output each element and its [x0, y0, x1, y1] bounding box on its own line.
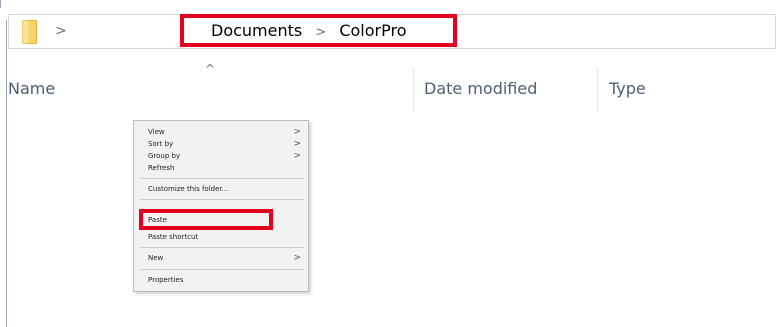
- submenu-arrow-icon: >: [293, 127, 301, 137]
- breadcrumb-highlight-box: [180, 14, 457, 47]
- column-divider[interactable]: [413, 68, 414, 112]
- menu-item-label: Properties: [148, 276, 184, 284]
- sort-ascending-icon: ^: [205, 62, 216, 76]
- menu-divider: [140, 247, 304, 248]
- column-header-type[interactable]: Type: [609, 79, 646, 99]
- menu-item-properties[interactable]: Properties: [148, 275, 308, 286]
- menu-item-label: View: [148, 128, 165, 136]
- submenu-arrow-icon: >: [293, 253, 301, 263]
- menu-item-view[interactable]: View >: [148, 127, 308, 138]
- menu-item-group-by[interactable]: Group by >: [148, 151, 308, 162]
- menu-item-label: New: [148, 254, 164, 262]
- context-menu: View > Sort by > Group by > Refresh Cust…: [133, 120, 309, 292]
- menu-item-customize-folder[interactable]: Customize this folder...: [148, 184, 308, 195]
- menu-item-refresh[interactable]: Refresh: [148, 163, 308, 174]
- paste-highlight-box: [139, 209, 273, 230]
- menu-item-sort-by[interactable]: Sort by >: [148, 139, 308, 150]
- menu-item-label: Refresh: [148, 164, 175, 172]
- explorer-window: > Documents > ColorPro ^ Name Date modif…: [0, 0, 776, 327]
- menu-item-label: Sort by: [148, 140, 174, 148]
- menu-divider: [140, 178, 304, 179]
- menu-divider: [140, 269, 304, 270]
- menu-item-label: Paste shortcut: [148, 233, 199, 241]
- menu-item-new[interactable]: New >: [148, 253, 308, 264]
- folder-icon: [22, 20, 37, 44]
- menu-divider: [140, 199, 304, 200]
- menu-item-paste-shortcut[interactable]: Paste shortcut: [148, 232, 308, 243]
- menu-item-label: Group by: [148, 152, 181, 160]
- column-header-name[interactable]: Name: [8, 79, 55, 99]
- submenu-arrow-icon: >: [293, 151, 301, 161]
- submenu-arrow-icon: >: [293, 139, 301, 149]
- window-edge: [0, 0, 1, 8]
- column-header-date-modified[interactable]: Date modified: [424, 79, 537, 99]
- window-left-border: [6, 20, 7, 327]
- address-chevron-icon[interactable]: >: [55, 22, 67, 40]
- column-divider[interactable]: [597, 68, 598, 112]
- menu-item-label: Customize this folder...: [148, 185, 229, 193]
